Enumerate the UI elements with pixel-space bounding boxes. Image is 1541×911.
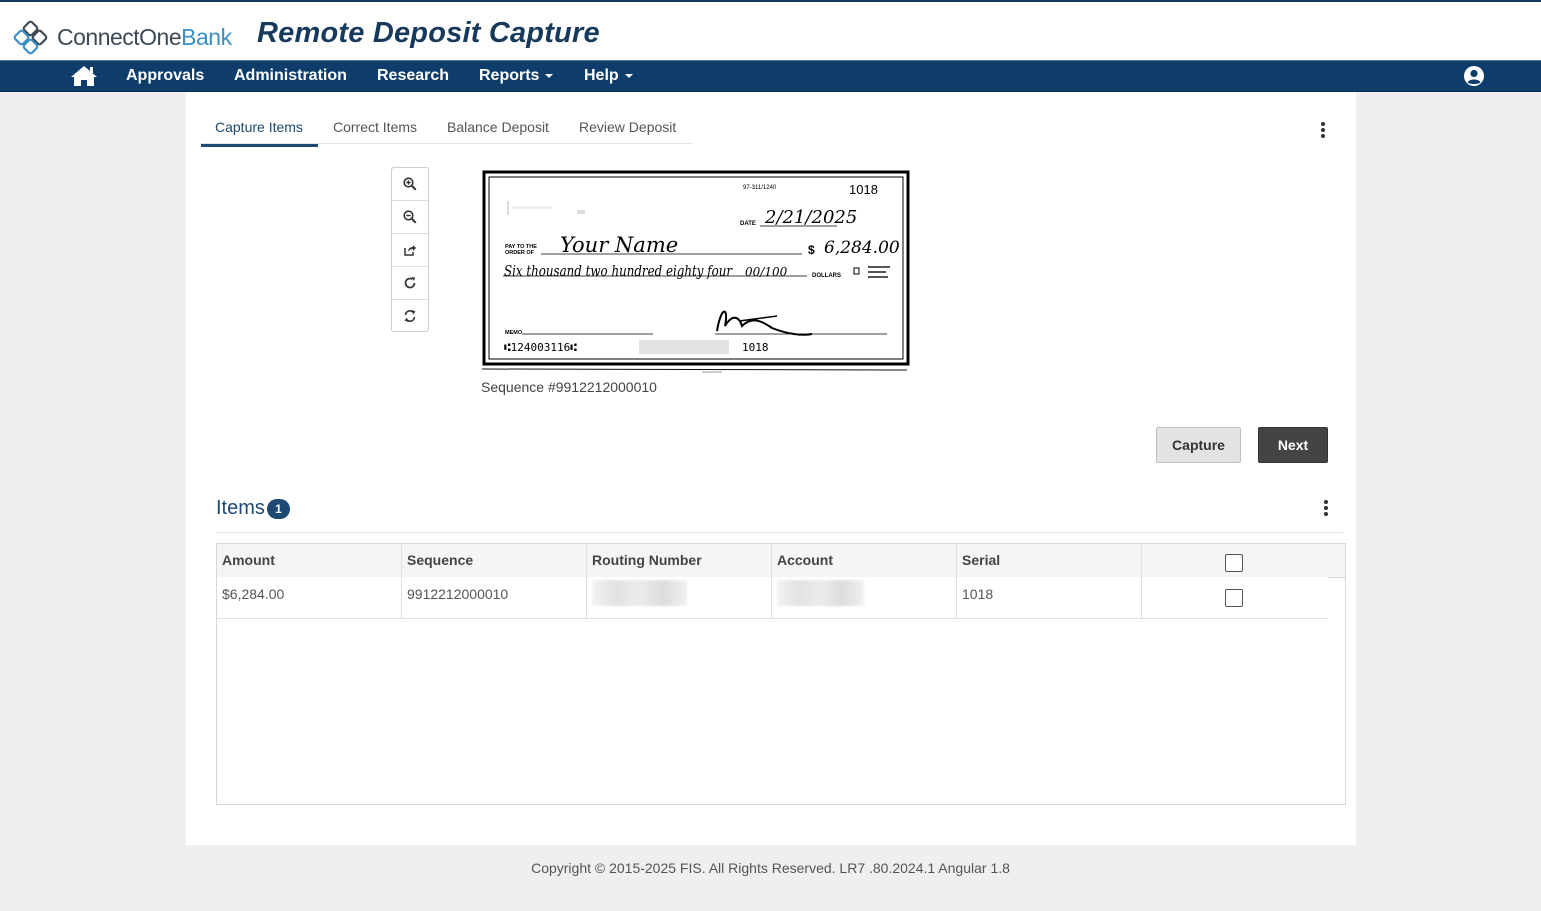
items-divider xyxy=(216,532,1343,533)
bank-brand-name: ConnectOneBank xyxy=(57,24,232,51)
zoom-out-button[interactable] xyxy=(392,201,428,234)
column-header-routing-number[interactable]: Routing Number xyxy=(587,544,772,577)
app-header: ConnectOneBank Remote Deposit Capture xyxy=(0,2,1541,60)
check-memo-label: MEMO xyxy=(505,330,523,336)
column-header-amount[interactable]: Amount xyxy=(217,544,402,577)
share-button[interactable] xyxy=(392,234,428,267)
column-header-serial[interactable]: Serial xyxy=(957,544,1142,577)
rotate-icon xyxy=(404,277,416,289)
zoom-in-button[interactable] xyxy=(392,168,428,201)
more-vertical-icon[interactable] xyxy=(1320,122,1326,140)
share-icon xyxy=(404,245,416,256)
nav-help[interactable]: Help xyxy=(584,67,633,85)
user-icon[interactable] xyxy=(1463,65,1485,87)
table-row[interactable]: $6,284.00 9912212000010 1018 xyxy=(217,577,1328,619)
connectone-logo-icon xyxy=(13,20,48,55)
redacted-routing-number xyxy=(592,580,687,606)
more-vertical-icon[interactable] xyxy=(1323,500,1329,518)
check-micr-serial: 1018 xyxy=(742,341,769,354)
check-number: 1018 xyxy=(849,182,878,197)
main-navbar: Approvals Administration Research Report… xyxy=(0,60,1541,92)
next-button[interactable]: Next xyxy=(1258,427,1328,463)
items-heading: Items xyxy=(216,497,265,519)
check-sequence-caption: Sequence #9912212000010 xyxy=(481,379,657,395)
check-routing-code: 97-311/1240 xyxy=(743,185,777,191)
chevron-down-icon xyxy=(545,73,554,78)
app-title: Remote Deposit Capture xyxy=(257,17,600,49)
brand-connectone: ConnectOne xyxy=(57,24,182,50)
redacted-account xyxy=(777,580,864,606)
check-dollars-label: DOLLARS xyxy=(812,273,841,279)
check-payee: Your Name xyxy=(560,233,678,257)
tab-review-deposit[interactable]: Review Deposit xyxy=(579,119,676,135)
nav-research[interactable]: Research xyxy=(377,67,449,85)
svg-text:ORDER OF: ORDER OF xyxy=(505,250,535,256)
image-toolbar xyxy=(391,167,429,332)
chevron-down-icon xyxy=(624,73,633,78)
nav-reports[interactable]: Reports xyxy=(479,67,554,85)
select-all-cell xyxy=(1142,544,1345,577)
tab-balance-deposit[interactable]: Balance Deposit xyxy=(447,119,549,135)
table-header-row: Amount Sequence Routing Number Account S… xyxy=(217,544,1345,578)
capture-button[interactable]: Capture xyxy=(1156,427,1241,463)
nav-reports-label: Reports xyxy=(479,67,540,84)
items-count-badge: 1 xyxy=(267,499,290,519)
active-tab-indicator xyxy=(201,144,318,147)
nav-administration[interactable]: Administration xyxy=(234,67,347,85)
refresh-icon xyxy=(404,310,416,322)
home-icon[interactable] xyxy=(70,65,98,87)
refresh-button[interactable] xyxy=(392,300,428,332)
select-all-checkbox[interactable] xyxy=(1225,554,1243,572)
brand-bank: Bank xyxy=(181,24,232,50)
check-written-cents: 00/100 xyxy=(745,265,788,279)
cell-amount: $6,284.00 xyxy=(217,577,402,618)
svg-text:$: $ xyxy=(808,243,815,257)
nav-help-label: Help xyxy=(584,67,619,84)
rotate-button[interactable] xyxy=(392,267,428,300)
cell-account xyxy=(772,577,957,618)
cell-serial: 1018 xyxy=(957,577,1142,618)
cell-routing-number xyxy=(587,577,772,618)
check-micr-routing: ⑆124003116⑆ xyxy=(504,341,577,354)
column-header-sequence[interactable]: Sequence xyxy=(402,544,587,577)
column-header-account[interactable]: Account xyxy=(772,544,957,577)
footer-copyright: Copyright © 2015-2025 FIS. All Rights Re… xyxy=(531,860,1010,876)
check-image-svg: 97-311/1240 1018 DATE 2/21/2025 PAY TO T… xyxy=(477,166,911,374)
check-date-label: DATE xyxy=(740,221,756,227)
check-amount: 6,284.00 xyxy=(824,238,900,258)
check-written-amount: Six thousand two hundred eighty four xyxy=(504,262,733,280)
check-date: 2/21/2025 xyxy=(764,207,857,228)
check-image: 97-311/1240 1018 DATE 2/21/2025 PAY TO T… xyxy=(477,166,911,374)
items-table: Amount Sequence Routing Number Account S… xyxy=(216,543,1346,805)
tab-correct-items[interactable]: Correct Items xyxy=(333,119,417,135)
row-select-checkbox[interactable] xyxy=(1225,589,1243,607)
zoom-out-icon xyxy=(403,210,417,224)
tab-capture-items[interactable]: Capture Items xyxy=(215,119,303,135)
cell-sequence: 9912212000010 xyxy=(402,577,587,618)
zoom-in-icon xyxy=(403,177,417,191)
row-select-cell xyxy=(1142,577,1328,618)
nav-approvals[interactable]: Approvals xyxy=(126,67,204,85)
